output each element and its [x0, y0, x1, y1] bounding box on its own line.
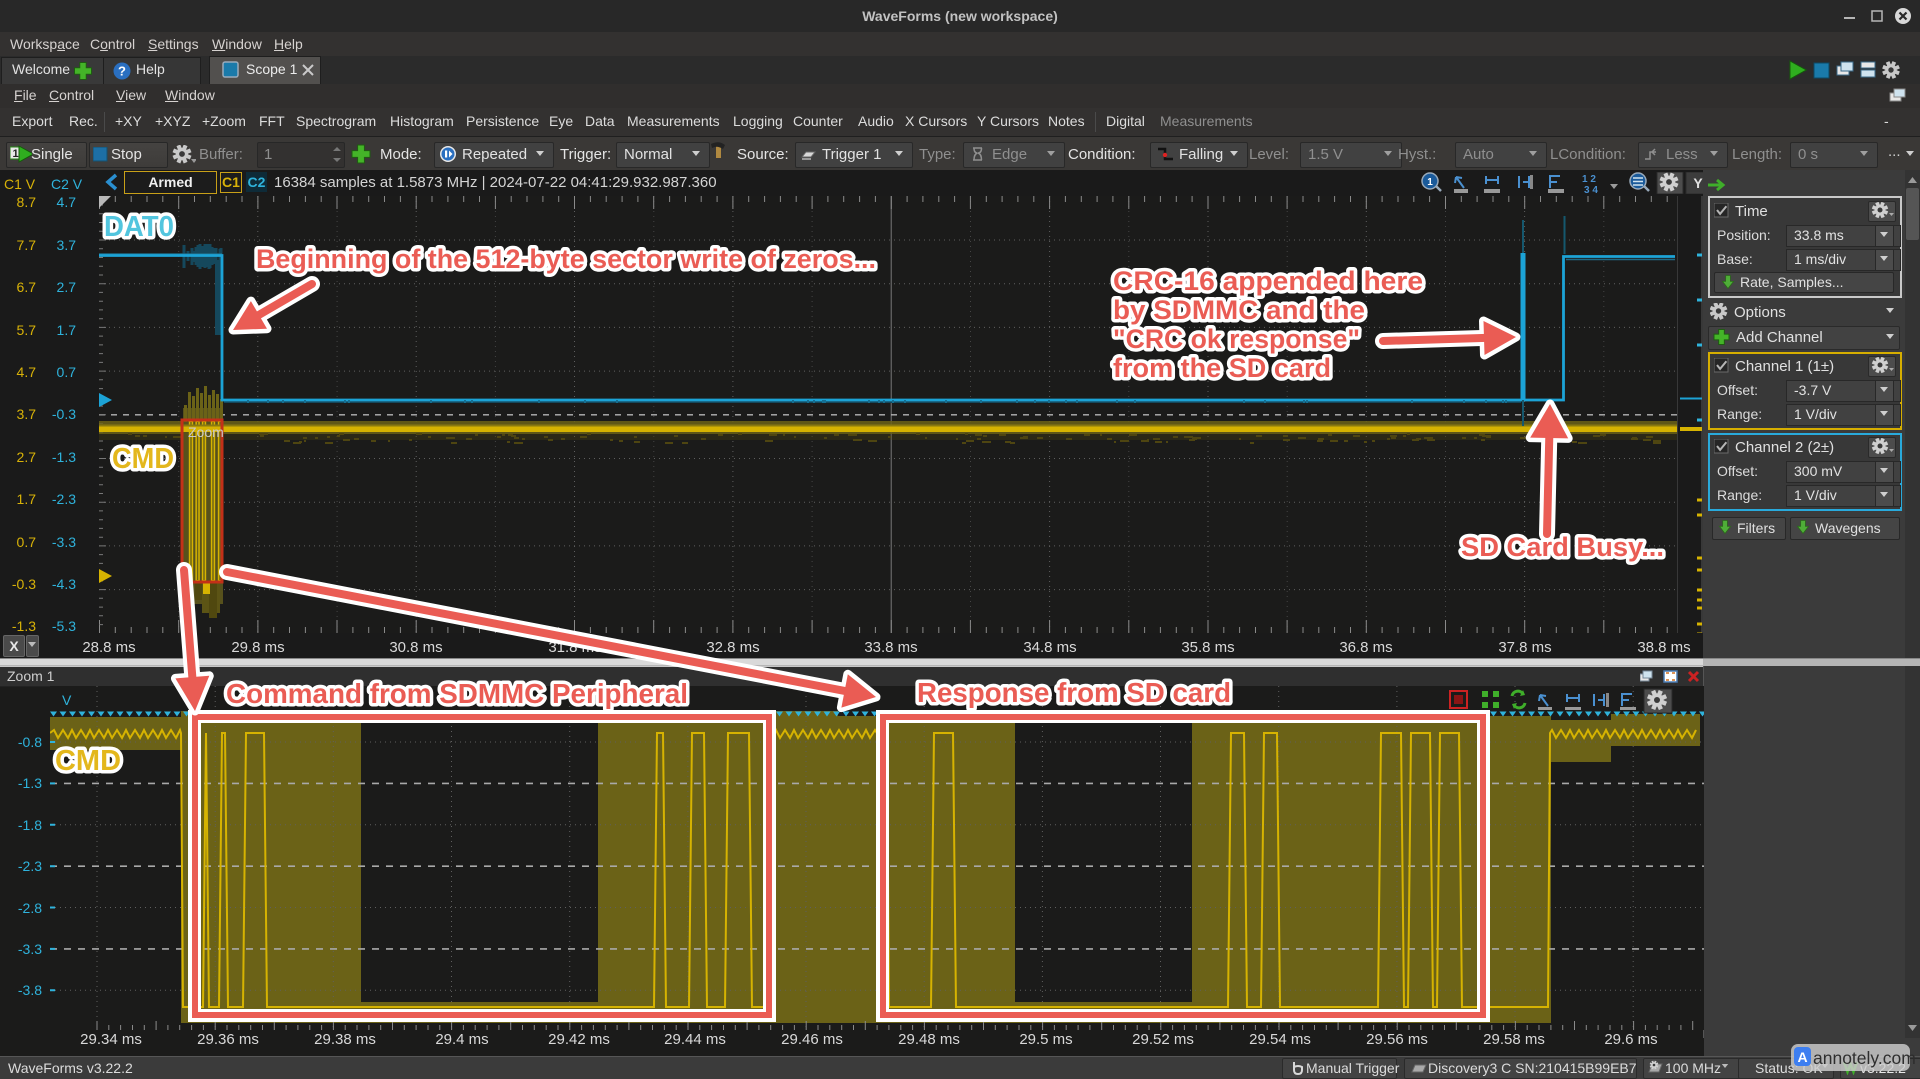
svg-text:A: A — [1797, 1049, 1807, 1065]
svg-text:1: 1 — [1427, 177, 1433, 188]
svg-text:?: ? — [118, 64, 126, 79]
svg-text:1 2: 1 2 — [1582, 174, 1596, 185]
svg-text:Zoom: Zoom — [188, 424, 224, 440]
svg-text:Y: Y — [1693, 175, 1703, 191]
svg-text:3 4: 3 4 — [1584, 185, 1598, 194]
svg-text:1: 1 — [12, 148, 18, 160]
